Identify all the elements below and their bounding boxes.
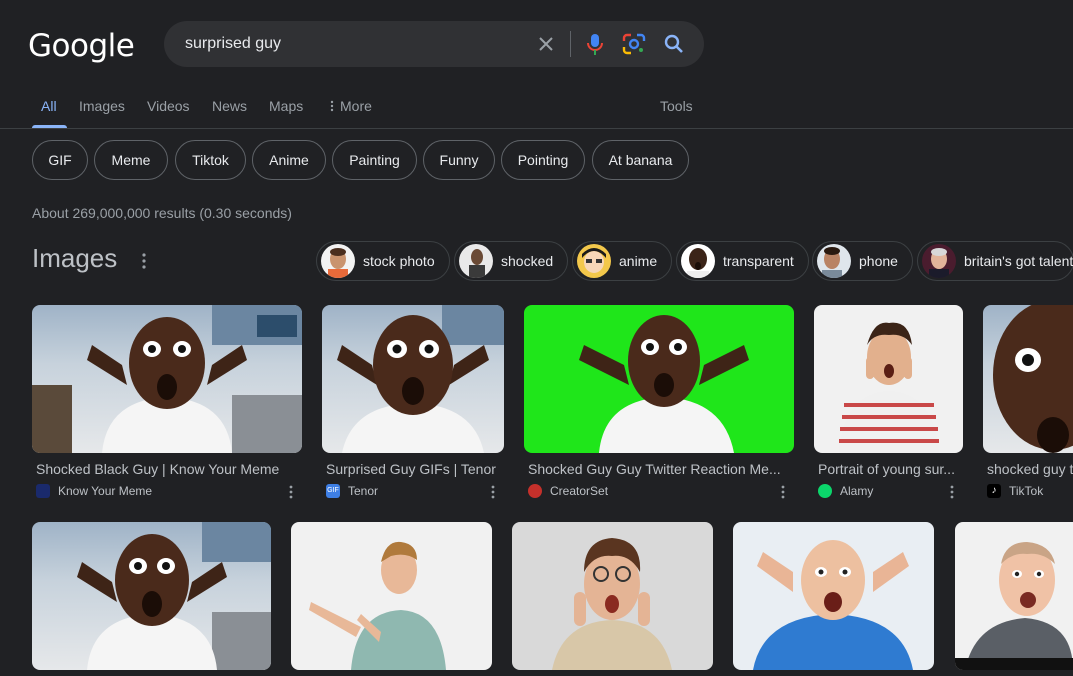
result-title[interactable]: shocked guy t (987, 461, 1073, 477)
result-image[interactable] (32, 522, 271, 670)
chip-tiktok[interactable]: Tiktok (175, 140, 246, 180)
search-box[interactable]: surprised guy (164, 21, 704, 67)
tab-all[interactable]: All (41, 98, 57, 114)
image-result-card[interactable]: Shocked Guy Guy Twitter Reaction Me... C… (524, 305, 794, 505)
chip-anime[interactable]: Anime (252, 140, 326, 180)
result-image[interactable] (955, 522, 1073, 670)
tools-button[interactable]: Tools (660, 98, 693, 114)
result-source[interactable]: ♪ TikTok (987, 484, 1043, 498)
chip-at-banana[interactable]: At banana (592, 140, 689, 180)
chip-funny[interactable]: Funny (423, 140, 495, 180)
image-result-card[interactable]: Portrait of young sur... Alamy (814, 305, 963, 505)
google-lens-icon[interactable] (622, 33, 646, 55)
result-stats: About 269,000,000 results (0.30 seconds) (32, 205, 292, 221)
result-source[interactable]: CreatorSet (528, 484, 608, 498)
related-chip-label: shocked (501, 253, 554, 269)
close-icon[interactable] (536, 34, 556, 54)
result-title[interactable]: Shocked Guy Guy Twitter Reaction Me... (528, 461, 784, 477)
more-vertical-icon[interactable] (948, 484, 956, 500)
result-source[interactable]: GIF Tenor (326, 484, 378, 498)
result-title[interactable]: Surprised Guy GIFs | Tenor (326, 461, 504, 477)
related-chip-britains-got-talent[interactable]: britain's got talent (917, 241, 1073, 281)
alamy-icon (818, 484, 832, 498)
related-chip-anime[interactable]: anime (572, 241, 673, 281)
result-image[interactable] (291, 522, 492, 670)
result-image[interactable] (733, 522, 934, 670)
search-tabs: All Images Videos News Maps More Tools (0, 90, 1073, 129)
image-result-card[interactable]: shocked guy t ♪ TikTok (983, 305, 1073, 505)
images-section-title: Images (32, 243, 118, 273)
chip-gif[interactable]: GIF (32, 140, 88, 180)
tab-videos[interactable]: Videos (147, 98, 190, 114)
related-chip-label: stock photo (363, 253, 435, 269)
result-image[interactable] (322, 305, 504, 453)
chip-pointing[interactable]: Pointing (501, 140, 585, 180)
result-source[interactable]: Know Your Meme (36, 484, 152, 498)
tab-more-label: More (340, 98, 372, 114)
creatorset-icon (528, 484, 542, 498)
search-icon[interactable] (662, 32, 686, 56)
tab-more[interactable]: More (329, 98, 372, 114)
image-result-card[interactable] (955, 522, 1073, 676)
related-chip-transparent[interactable]: transparent (676, 241, 809, 281)
result-image[interactable] (512, 522, 713, 670)
active-tab-indicator (32, 125, 67, 128)
result-source-label: Know Your Meme (58, 484, 153, 498)
result-image[interactable] (983, 305, 1073, 453)
image-result-card[interactable] (512, 522, 713, 676)
result-source-label: Tenor (348, 484, 379, 498)
thumbnail-image (321, 244, 355, 278)
result-title[interactable]: Shocked Black Guy | Know Your Meme (36, 461, 292, 477)
result-title[interactable]: Portrait of young sur... (818, 461, 963, 477)
tenor-icon: GIF (326, 484, 340, 498)
result-source-label: TikTok (1009, 484, 1044, 498)
know-your-meme-icon (36, 484, 50, 498)
result-image[interactable] (814, 305, 963, 453)
thumbnail-image (681, 244, 715, 278)
related-chip-label: britain's got talent (964, 253, 1073, 269)
related-chip-label: transparent (723, 253, 794, 269)
related-chip-label: phone (859, 253, 898, 269)
more-vertical-icon[interactable] (287, 484, 295, 500)
tab-images[interactable]: Images (79, 98, 125, 114)
chip-meme[interactable]: Meme (94, 140, 168, 180)
tiktok-icon: ♪ (987, 484, 1001, 498)
search-divider (570, 31, 571, 57)
image-result-card[interactable]: Surprised Guy GIFs | Tenor GIF Tenor (322, 305, 504, 505)
image-result-card[interactable]: Shocked Black Guy | Know Your Meme Know … (32, 305, 302, 505)
related-chip-stock-photo[interactable]: stock photo (316, 241, 450, 281)
related-chip-shocked[interactable]: shocked (454, 241, 569, 281)
image-result-card[interactable] (733, 522, 934, 676)
more-vertical-icon[interactable] (138, 252, 150, 270)
tab-maps[interactable]: Maps (269, 98, 303, 114)
result-source-label: Alamy (840, 484, 874, 498)
more-vertical-icon[interactable] (779, 484, 787, 500)
result-image[interactable] (32, 305, 302, 453)
result-image[interactable] (524, 305, 794, 453)
image-result-card[interactable] (32, 522, 271, 676)
more-vertical-icon (330, 100, 334, 112)
related-chip-phone[interactable]: phone (812, 241, 913, 281)
result-source-label: CreatorSet (550, 484, 609, 498)
thumbnail-image (817, 244, 851, 278)
result-source[interactable]: Alamy (818, 484, 873, 498)
thumbnail-image (459, 244, 493, 278)
search-input[interactable]: surprised guy (185, 35, 281, 53)
image-result-card[interactable] (291, 522, 492, 676)
related-chip-label: anime (619, 253, 658, 269)
tab-news[interactable]: News (212, 98, 247, 114)
thumbnail-image (922, 244, 956, 278)
more-vertical-icon[interactable] (489, 484, 497, 500)
chip-painting[interactable]: Painting (332, 140, 417, 180)
google-logo[interactable]: Google (28, 28, 135, 64)
thumbnail-image (577, 244, 611, 278)
microphone-icon[interactable] (584, 32, 606, 56)
